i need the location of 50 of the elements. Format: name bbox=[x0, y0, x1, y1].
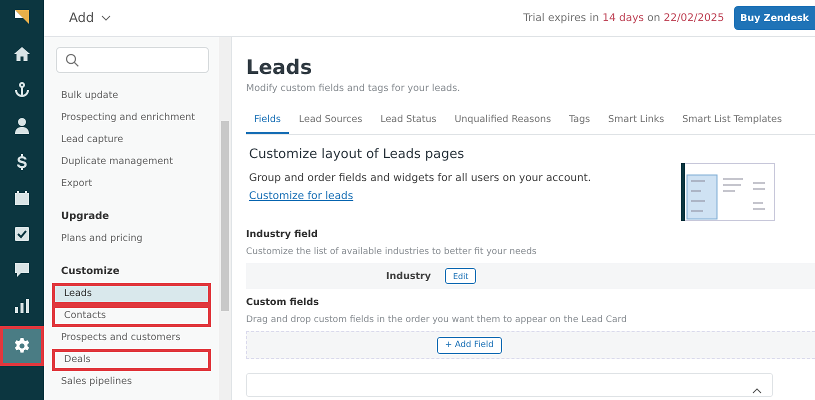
calendar-icon bbox=[13, 189, 31, 207]
add-dropdown[interactable]: Add bbox=[69, 10, 112, 26]
person-icon bbox=[13, 117, 31, 135]
section-heading: Industry field bbox=[246, 229, 319, 240]
buy-button[interactable]: Buy Zendesk bbox=[734, 6, 815, 30]
page-subtitle: Modify custom fields and tags for your leads. bbox=[246, 83, 462, 94]
tab[interactable]: Smart Links bbox=[600, 108, 672, 134]
page-title: Leads bbox=[246, 55, 314, 79]
section-heading: Customize bbox=[60, 266, 121, 277]
sidebar-item[interactable]: Leads bbox=[52, 283, 211, 305]
settings-icon bbox=[13, 337, 31, 355]
customize-link[interactable]: Customize for leads bbox=[249, 190, 354, 202]
tab[interactable]: Lead Status bbox=[372, 108, 444, 134]
chart-icon bbox=[13, 297, 31, 315]
sidebar-item[interactable]: Contacts bbox=[52, 305, 211, 327]
field-label: Industry bbox=[386, 270, 431, 282]
edit-button[interactable]: Edit bbox=[444, 268, 476, 284]
scrollbar[interactable] bbox=[219, 37, 231, 400]
sidebar-item[interactable]: Lead capture bbox=[52, 129, 211, 151]
home-icon bbox=[13, 45, 31, 63]
card-description: Group and order fields and widgets for all users on your account. bbox=[249, 172, 592, 184]
tab[interactable]: Tags bbox=[561, 108, 598, 134]
sidebar-item[interactable]: Plans and pricing bbox=[52, 228, 211, 250]
tab[interactable]: Unqualified Reasons bbox=[446, 108, 560, 134]
chevron-icon[interactable] bbox=[752, 388, 762, 394]
section-heading: Upgrade bbox=[60, 211, 110, 222]
chat-icon bbox=[13, 261, 31, 279]
sidebar-item[interactable]: Prospecting and enrichment bbox=[52, 107, 211, 129]
sidebar-item[interactable]: Export bbox=[52, 173, 211, 195]
trial-notice: Trial expires in 14 days on 22/02/2025 bbox=[523, 12, 724, 24]
search-field[interactable] bbox=[56, 47, 209, 73]
tab[interactable]: Smart List Templates bbox=[674, 108, 790, 134]
search-icon bbox=[65, 53, 79, 67]
tab[interactable]: Lead Sources bbox=[290, 108, 370, 134]
sidebar-item[interactable]: Deals bbox=[52, 349, 211, 371]
tab[interactable]: Fields bbox=[246, 108, 289, 134]
section-description: Customize the list of available industries to better fit your needs bbox=[246, 247, 538, 257]
add-field-button[interactable]: + Add Field bbox=[437, 336, 502, 354]
sidebar-item[interactable]: Bulk update bbox=[52, 85, 211, 107]
checkbox-icon bbox=[13, 225, 31, 243]
card-title: Customize layout of Leads pages bbox=[249, 147, 466, 162]
sidebar-item[interactable]: Prospects and customers bbox=[52, 327, 211, 349]
sidebar-item[interactable]: Duplicate management bbox=[52, 151, 211, 173]
gear-nav-button[interactable] bbox=[0, 326, 44, 366]
section-heading: Custom fields bbox=[246, 297, 320, 308]
logo-icon bbox=[13, 8, 31, 26]
caret-icon bbox=[101, 15, 112, 21]
anchor-icon bbox=[13, 81, 31, 99]
section-description: Drag and drop custom fields in the order you want them to appear on the Lead Card bbox=[246, 315, 628, 325]
sidebar-item[interactable]: Sales pipelines bbox=[52, 371, 211, 393]
